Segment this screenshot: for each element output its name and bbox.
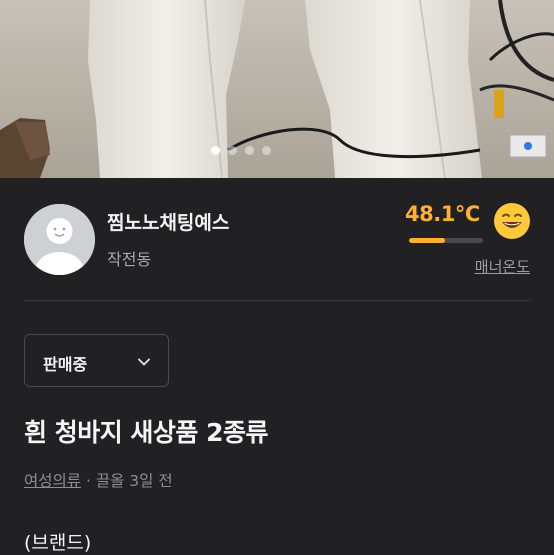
section-divider: [24, 300, 530, 301]
category-link[interactable]: 여성의류: [24, 472, 81, 490]
manner-temperature-bar: [409, 238, 483, 243]
meta-separator: ·: [81, 472, 96, 490]
carousel-dot[interactable]: [245, 146, 254, 155]
carousel-dot-active[interactable]: [211, 146, 220, 155]
manner-temperature-link[interactable]: 매너온도: [475, 256, 530, 277]
product-image[interactable]: [0, 0, 554, 178]
smiley-emoji-icon: [494, 203, 530, 239]
product-description: (브랜드): [24, 532, 92, 554]
default-avatar-icon[interactable]: [24, 204, 95, 275]
manner-temperature-fill: [409, 238, 445, 243]
seller-name[interactable]: 찜노노채팅예스: [107, 208, 229, 235]
sale-status-dropdown[interactable]: 판매중: [24, 334, 169, 387]
bump-time: 끌올 3일 전: [95, 472, 173, 490]
chevron-down-icon: [138, 358, 150, 366]
carousel-dot[interactable]: [228, 146, 237, 155]
manner-temperature-value: 48.1°C: [405, 202, 480, 226]
product-meta: 여성의류 · 끌올 3일 전: [24, 469, 173, 491]
seller-location: 작전동: [107, 250, 152, 269]
sale-status-label: 판매중: [43, 355, 88, 374]
carousel-indicator: [0, 146, 518, 155]
product-title: 흰 청바지 새상품 2종류: [24, 418, 269, 447]
carousel-dot[interactable]: [262, 146, 271, 155]
